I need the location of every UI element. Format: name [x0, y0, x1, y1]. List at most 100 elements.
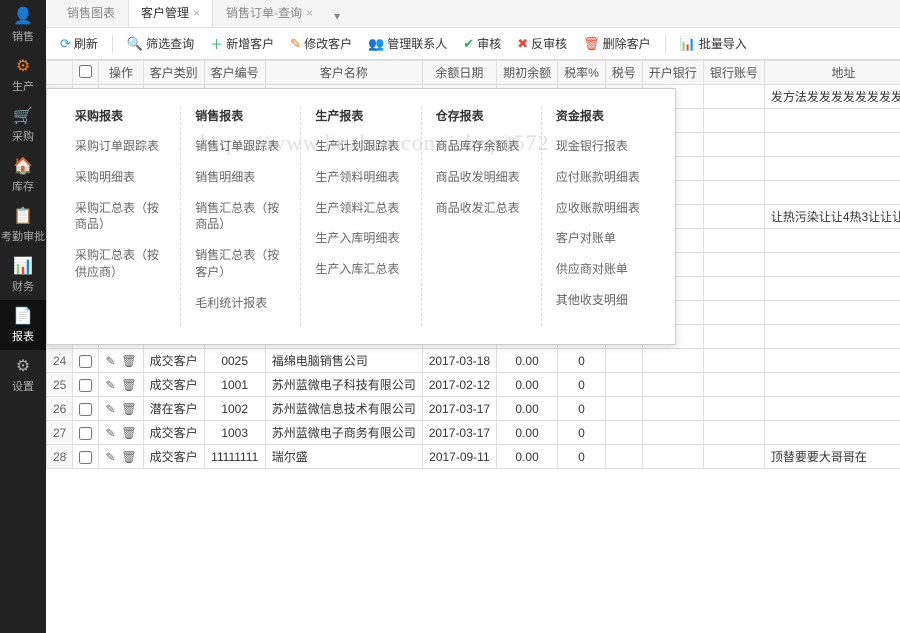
sidebar-label: 生产	[12, 78, 34, 94]
cell-address	[764, 109, 900, 133]
table-row[interactable]: 26✎🗑潜在客户1002苏州蓝微信息技术有限公司2017-03-170.000	[47, 397, 900, 421]
sidebar-label: 考勤审批	[1, 228, 45, 244]
row-checkbox[interactable]	[79, 427, 92, 440]
mega-link[interactable]: 采购订单跟踪表	[75, 138, 166, 155]
sidebar-item-4[interactable]: 📋考勤审批	[0, 200, 46, 250]
cell-code: 0025	[204, 349, 265, 373]
row-checkbox[interactable]	[79, 379, 92, 392]
mega-link[interactable]: 销售汇总表（按客户）	[195, 247, 286, 281]
mega-link[interactable]: 采购明细表	[75, 169, 166, 186]
import-button[interactable]: 📊批量导入	[674, 32, 753, 55]
cell-account	[703, 181, 764, 205]
delete-icon[interactable]: 🗑	[121, 378, 136, 392]
cell-category: 成交客户	[143, 421, 204, 445]
table-row[interactable]: 25✎🗑成交客户1001苏州蓝微电子科技有限公司2017-02-120.000	[47, 373, 900, 397]
mega-title: 资金报表	[556, 107, 647, 124]
close-icon[interactable]: ×	[306, 6, 313, 20]
delete-customer-button[interactable]: 🗑删除客户	[577, 32, 657, 55]
cell-category: 潜在客户	[143, 397, 204, 421]
mega-link[interactable]: 现金银行报表	[556, 138, 647, 155]
sidebar-item-2[interactable]: 🛒采购	[0, 100, 46, 150]
delete-icon[interactable]: 🗑	[121, 450, 136, 464]
add-customer-button[interactable]: ＋新增客户	[204, 31, 280, 56]
tabs: 销售图表 客户管理× 销售订单-查询× ▾	[46, 0, 900, 28]
refresh-button[interactable]: ⟳刷新	[54, 32, 104, 55]
cell-category: 成交客户	[143, 445, 204, 469]
user-icon: 👥	[368, 36, 384, 52]
mega-link[interactable]: 生产领料汇总表	[315, 200, 406, 217]
filter-button[interactable]: 🔍筛选查询	[121, 32, 200, 55]
sidebar: 👤销售⚙生产🛒采购🏠库存📋考勤审批📊财务📄报表⚙设置	[0, 0, 46, 633]
approve-button[interactable]: ✔审核	[457, 32, 507, 55]
mega-link[interactable]: 采购汇总表（按供应商）	[75, 247, 166, 281]
select-all-checkbox[interactable]	[79, 65, 92, 78]
cell-account	[703, 397, 764, 421]
edit-icon[interactable]: ✎	[105, 426, 115, 440]
mega-column: 资金报表现金银行报表应付账款明细表应收账款明细表客户对账单供应商对账单其他收支明…	[542, 107, 661, 326]
row-checkbox[interactable]	[79, 355, 92, 368]
sidebar-icon: 📊	[13, 256, 33, 276]
mega-link[interactable]: 销售明细表	[195, 169, 286, 186]
mega-link[interactable]: 毛利统计报表	[195, 295, 286, 312]
excel-icon: 📊	[680, 36, 696, 52]
table-row[interactable]: 27✎🗑成交客户1003苏州蓝微电子商务有限公司2017-03-170.000	[47, 421, 900, 445]
table-row[interactable]: 28✎🗑成交客户11111111瑞尔盛2017-09-110.000顶替要要大哥…	[47, 445, 900, 469]
check-icon: ✔	[463, 36, 474, 52]
cell-address	[764, 133, 900, 157]
mega-link[interactable]: 销售订单跟踪表	[195, 138, 286, 155]
edit-customer-button[interactable]: ✎修改客户	[284, 32, 358, 55]
cell-bank	[642, 397, 703, 421]
mega-link[interactable]: 生产计划跟踪表	[315, 138, 406, 155]
sidebar-item-3[interactable]: 🏠库存	[0, 150, 46, 200]
mega-link[interactable]: 商品收发汇总表	[436, 200, 527, 217]
mega-link[interactable]: 生产入库汇总表	[315, 261, 406, 278]
delete-icon[interactable]: 🗑	[121, 402, 136, 416]
sidebar-item-7[interactable]: ⚙设置	[0, 350, 46, 400]
mega-link[interactable]: 应付账款明细表	[556, 169, 647, 186]
mega-link[interactable]: 商品库存余额表	[436, 138, 527, 155]
cell-date: 2017-03-17	[422, 421, 496, 445]
mega-link[interactable]: 销售汇总表（按商品）	[195, 200, 286, 234]
edit-icon[interactable]: ✎	[105, 450, 115, 464]
manage-contact-button[interactable]: 👥管理联系人	[362, 32, 453, 55]
col-header: 操作	[99, 61, 143, 85]
mega-link[interactable]: 生产入库明细表	[315, 230, 406, 247]
cell-taxno	[605, 349, 642, 373]
sidebar-item-1[interactable]: ⚙生产	[0, 50, 46, 100]
mega-link[interactable]: 商品收发明细表	[436, 169, 527, 186]
tab-add-button[interactable]: ▾	[326, 5, 348, 27]
sidebar-item-6[interactable]: 📄报表	[0, 300, 46, 350]
row-checkbox[interactable]	[79, 451, 92, 464]
unapprove-button[interactable]: ✖反审核	[511, 32, 573, 55]
edit-icon[interactable]: ✎	[105, 354, 115, 368]
mega-link[interactable]: 应收账款明细表	[556, 200, 647, 217]
mega-link[interactable]: 采购汇总表（按商品）	[75, 200, 166, 234]
tab-sales-order-query[interactable]: 销售订单-查询×	[213, 0, 326, 27]
edit-icon[interactable]: ✎	[105, 378, 115, 392]
close-icon[interactable]: ×	[193, 6, 200, 20]
col-header: 地址	[764, 61, 900, 85]
mega-link[interactable]: 客户对账单	[556, 230, 647, 247]
cell-account	[703, 85, 764, 109]
edit-icon[interactable]: ✎	[105, 402, 115, 416]
col-header: 开户银行	[642, 61, 703, 85]
mega-link[interactable]: 其他收支明细	[556, 292, 647, 309]
cell-account	[703, 205, 764, 229]
cell-account	[703, 277, 764, 301]
table-row[interactable]: 24✎🗑成交客户0025福绵电脑销售公司2017-03-180.000	[47, 349, 900, 373]
cell-address	[764, 253, 900, 277]
sidebar-icon: 👤	[13, 6, 33, 26]
col-header: 客户编号	[204, 61, 265, 85]
row-checkbox[interactable]	[79, 403, 92, 416]
sidebar-item-5[interactable]: 📊财务	[0, 250, 46, 300]
tab-sales-chart[interactable]: 销售图表	[54, 0, 128, 27]
sidebar-item-0[interactable]: 👤销售	[0, 0, 46, 50]
delete-icon[interactable]: 🗑	[121, 426, 136, 440]
cell-account	[703, 445, 764, 469]
tab-customer-mgmt[interactable]: 客户管理×	[128, 0, 213, 27]
delete-icon[interactable]: 🗑	[121, 354, 136, 368]
mega-link[interactable]: 生产领料明细表	[315, 169, 406, 186]
cell-bank	[642, 349, 703, 373]
sidebar-icon: 🛒	[13, 106, 33, 126]
mega-link[interactable]: 供应商对账单	[556, 261, 647, 278]
